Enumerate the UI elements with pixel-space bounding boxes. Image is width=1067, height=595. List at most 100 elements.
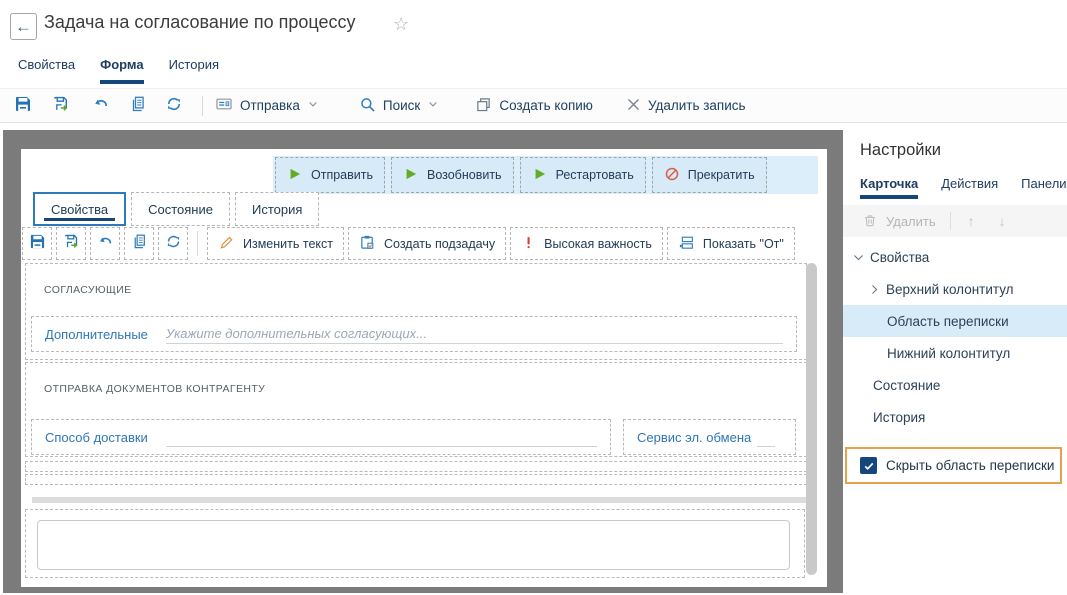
section-approvers-title: СОГЛАСУЮЩИЕ	[44, 284, 132, 296]
tree-item-label: История	[873, 410, 925, 425]
resume-action-label: Возобновить	[427, 168, 502, 182]
card-tab-history[interactable]: История	[235, 192, 319, 226]
settings-tab-card[interactable]: Карточка	[860, 176, 918, 191]
back-button[interactable]: ←	[10, 13, 37, 40]
card-tab-state[interactable]: Состояние	[131, 192, 230, 226]
send-action-button[interactable]: Отправить	[275, 157, 385, 193]
field-placeholder: Укажите дополнительных согласующих...	[166, 326, 427, 341]
tree-item-label: Область переписки	[887, 314, 1009, 329]
delete-record-button[interactable]: Удалить запись	[626, 97, 746, 115]
settings-title: Настройки	[860, 141, 941, 160]
card-copy-button[interactable]	[124, 227, 154, 260]
send-menu-button[interactable]: Отправка	[215, 95, 319, 116]
create-subtask-button[interactable]: Создать подзадачу	[348, 227, 506, 260]
search-menu-label: Поиск	[383, 98, 420, 113]
save-button[interactable]	[14, 95, 32, 116]
task-actions-row: Отправить Возобновить Рестартовать	[273, 156, 818, 194]
page-title: Задача на согласование по процессу	[44, 12, 355, 33]
exclamation-icon	[521, 235, 536, 253]
field-exchange-service[interactable]: Сервис эл. обмена	[623, 419, 796, 455]
resume-action-button[interactable]: Возобновить	[391, 157, 514, 193]
restart-action-button[interactable]: Рестартовать	[520, 157, 646, 193]
field-exchange-service-input[interactable]	[757, 427, 775, 447]
save-and-new-button[interactable]	[52, 95, 70, 116]
save-plus-icon	[52, 95, 70, 116]
tree-item-label: Нижний колонтитул	[887, 346, 1010, 361]
tree-item-correspondence-area[interactable]: Область переписки	[843, 305, 1067, 337]
subtask-icon	[359, 234, 376, 254]
edit-text-label: Изменить текст	[243, 237, 333, 251]
show-from-label: Показать "От"	[703, 237, 784, 251]
settings-tabs: Карточка Действия Панели	[860, 176, 1067, 191]
search-menu-button[interactable]: Поиск	[359, 96, 439, 116]
settings-panel: Настройки Карточка Действия Панели Удали…	[843, 130, 1067, 595]
show-from-button[interactable]: Показать "От"	[667, 227, 795, 260]
empty-layout-row[interactable]	[25, 461, 807, 472]
create-copy-button[interactable]: Создать копию	[475, 96, 593, 116]
card-tab-properties[interactable]: Свойства	[33, 192, 126, 226]
abort-action-button[interactable]: Прекратить	[652, 157, 767, 193]
empty-layout-row[interactable]	[25, 474, 807, 485]
settings-tree: Свойства Верхний колонтитул Область пере…	[843, 241, 1067, 433]
layered-list-icon	[678, 234, 695, 254]
move-up-button[interactable]: ↑	[968, 213, 975, 229]
tree-item-state[interactable]: Состояние	[843, 369, 1067, 401]
field-delivery-method[interactable]: Способ доставки	[31, 419, 611, 455]
refresh-icon	[165, 233, 182, 255]
card-refresh-button[interactable]	[158, 227, 188, 260]
splitter-bar[interactable]	[32, 497, 812, 503]
card-undo-button[interactable]	[90, 227, 120, 260]
send-menu-label: Отправка	[240, 98, 300, 113]
save-plus-icon	[63, 233, 80, 255]
tree-item-label: Свойства	[870, 250, 929, 265]
play-icon	[532, 166, 548, 185]
duplicate-icon	[475, 96, 492, 116]
toolbar-divider	[197, 231, 198, 256]
high-importance-button[interactable]: Высокая важность	[510, 227, 663, 260]
refresh-button[interactable]	[165, 95, 183, 116]
toolbar-divider	[202, 96, 203, 116]
card-tab-properties-label: Свойства	[51, 202, 108, 217]
field-delivery-method-label: Способ доставки	[45, 430, 148, 445]
tree-item-label: Состояние	[873, 378, 940, 393]
move-down-button[interactable]: ↓	[999, 213, 1006, 229]
section-counterparty-sending-title: ОТПРАВКА ДОКУМЕНТОВ КОНТРАГЕНТУ	[44, 383, 265, 395]
card-save-and-new-button[interactable]	[56, 227, 86, 260]
field-delivery-method-input[interactable]	[166, 427, 597, 447]
delete-record-label: Удалить запись	[648, 98, 746, 113]
tab-form[interactable]: Форма	[100, 57, 143, 74]
tree-item-label: Верхний колонтитул	[886, 282, 1014, 297]
chevron-right-icon	[868, 283, 886, 296]
field-additional-approvers-label: Дополнительные	[45, 327, 148, 342]
text-block-input[interactable]	[37, 520, 790, 570]
record-tabs: Свойства Форма История	[18, 57, 219, 74]
settings-tab-panels[interactable]: Панели	[1021, 176, 1066, 191]
hide-correspondence-option[interactable]: Скрыть область переписки	[845, 447, 1062, 484]
card-tabs: Свойства Состояние История	[33, 192, 319, 226]
field-additional-approvers[interactable]: Дополнительные Укажите дополнительных со…	[31, 316, 797, 352]
field-additional-approvers-input[interactable]: Укажите дополнительных согласующих...	[166, 324, 783, 344]
save-icon	[14, 95, 32, 116]
card-save-button[interactable]	[22, 227, 52, 260]
undo-button[interactable]	[92, 95, 110, 116]
section-counterparty-sending[interactable]: ОТПРАВКА ДОКУМЕНТОВ КОНТРАГЕНТУ Способ д…	[25, 362, 807, 457]
edit-text-button[interactable]: Изменить текст	[207, 227, 344, 260]
text-block-container[interactable]	[25, 509, 805, 578]
tree-item-properties[interactable]: Свойства	[843, 241, 1067, 273]
tree-item-header-area[interactable]: Верхний колонтитул	[843, 273, 1067, 305]
settings-tab-actions[interactable]: Действия	[941, 176, 998, 191]
section-approvers[interactable]: СОГЛАСУЮЩИЕ Дополнительные Укажите допол…	[25, 263, 807, 360]
tree-item-footer-area[interactable]: Нижний колонтитул	[843, 337, 1067, 369]
checkbox-checked[interactable]	[860, 457, 877, 474]
tree-item-history[interactable]: История	[843, 401, 1067, 433]
check-icon	[863, 460, 875, 472]
form-scrollbar-thumb[interactable]	[806, 263, 817, 575]
card-tab-state-label: Состояние	[148, 202, 213, 217]
favorite-star-icon[interactable]: ☆	[393, 14, 409, 35]
tab-properties[interactable]: Свойства	[18, 57, 75, 74]
copy-icon	[129, 95, 147, 116]
copy-button[interactable]	[129, 95, 147, 116]
chevron-down-icon	[427, 98, 439, 113]
settings-delete-button[interactable]: Удалить	[886, 214, 936, 229]
tab-history[interactable]: История	[169, 57, 219, 74]
